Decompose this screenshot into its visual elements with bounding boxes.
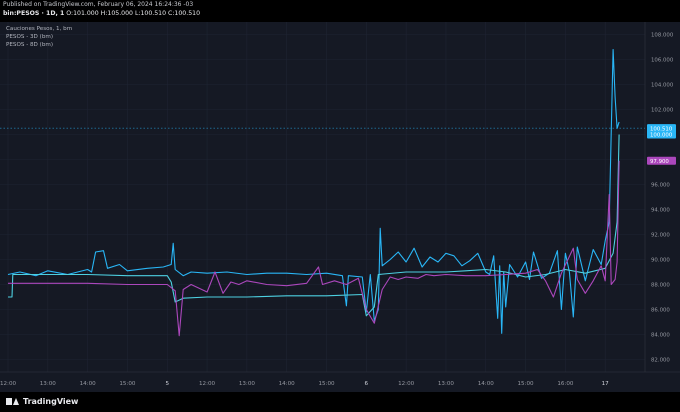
price-chart[interactable]: 108.000106.000104.000102.000100.00098.00… bbox=[0, 22, 680, 392]
symbol-line: bin:PESOS · 1D, 1 O:101.000 H:105.000 L:… bbox=[3, 10, 200, 17]
x-tick-label: 17 bbox=[602, 381, 610, 387]
published-note: Published on TradingView.com, February 0… bbox=[3, 1, 194, 8]
x-tick-label: 13:00 bbox=[438, 381, 455, 387]
x-tick-label: 14:00 bbox=[279, 381, 296, 387]
x-tick-label: 14:00 bbox=[80, 381, 97, 387]
y-tick-label: 88.000 bbox=[651, 283, 670, 289]
y-tick-label: 94.000 bbox=[651, 208, 670, 214]
x-tick-label: 13:00 bbox=[40, 381, 57, 387]
y-tick-label: 104.000 bbox=[651, 83, 674, 89]
price-label: 100.000 bbox=[650, 133, 673, 139]
footer-bar: TradingView bbox=[0, 392, 680, 412]
x-tick-label: 13:00 bbox=[239, 381, 256, 387]
tradingview-logo[interactable]: TradingView bbox=[6, 397, 78, 406]
y-tick-label: 90.000 bbox=[651, 258, 670, 264]
y-tick-label: 96.000 bbox=[651, 183, 670, 189]
x-tick-label: 15:00 bbox=[518, 381, 535, 387]
x-tick-label: 12:00 bbox=[199, 381, 216, 387]
x-tick-label: 6 bbox=[365, 381, 369, 387]
brand-name: TradingView bbox=[23, 397, 79, 406]
legend-item-8d[interactable]: PESOS - 8D (bm) bbox=[6, 41, 72, 49]
x-tick-label: 16:00 bbox=[557, 381, 574, 387]
legend-item-3d[interactable]: PESOS - 3D (bm) bbox=[6, 33, 72, 41]
price-label: 97.900 bbox=[650, 159, 669, 165]
x-tick-label: 15:00 bbox=[119, 381, 136, 387]
y-tick-label: 106.000 bbox=[651, 58, 674, 64]
legend-title[interactable]: Cauciones Pesos, 1, bm bbox=[6, 25, 72, 33]
y-tick-label: 84.000 bbox=[651, 333, 670, 339]
y-tick-label: 108.000 bbox=[651, 33, 674, 39]
y-tick-label: 102.000 bbox=[651, 108, 674, 114]
series-line-3d bbox=[7, 48, 620, 334]
x-tick-label: 14:00 bbox=[478, 381, 495, 387]
y-tick-label: 92.000 bbox=[651, 233, 670, 239]
chart-area[interactable]: 108.000106.000104.000102.000100.00098.00… bbox=[0, 22, 680, 392]
y-tick-label: 82.000 bbox=[651, 358, 670, 364]
ohlc-values: O:101.000 H:105.000 L:100.510 C:100.510 bbox=[66, 10, 201, 17]
x-tick-label: 12:00 bbox=[398, 381, 415, 387]
tradingview-icon bbox=[6, 397, 20, 406]
legend: Cauciones Pesos, 1, bm PESOS - 3D (bm) P… bbox=[6, 25, 72, 49]
symbol-name[interactable]: bin:PESOS · 1D, 1 bbox=[3, 10, 64, 17]
series-line-8d bbox=[8, 134, 620, 317]
x-tick-label: 15:00 bbox=[318, 381, 335, 387]
header-bar: Published on TradingView.com, February 0… bbox=[0, 0, 680, 22]
y-tick-label: 86.000 bbox=[651, 308, 670, 314]
x-tick-label: 5 bbox=[165, 381, 169, 387]
x-tick-label: 12:00 bbox=[0, 381, 16, 387]
